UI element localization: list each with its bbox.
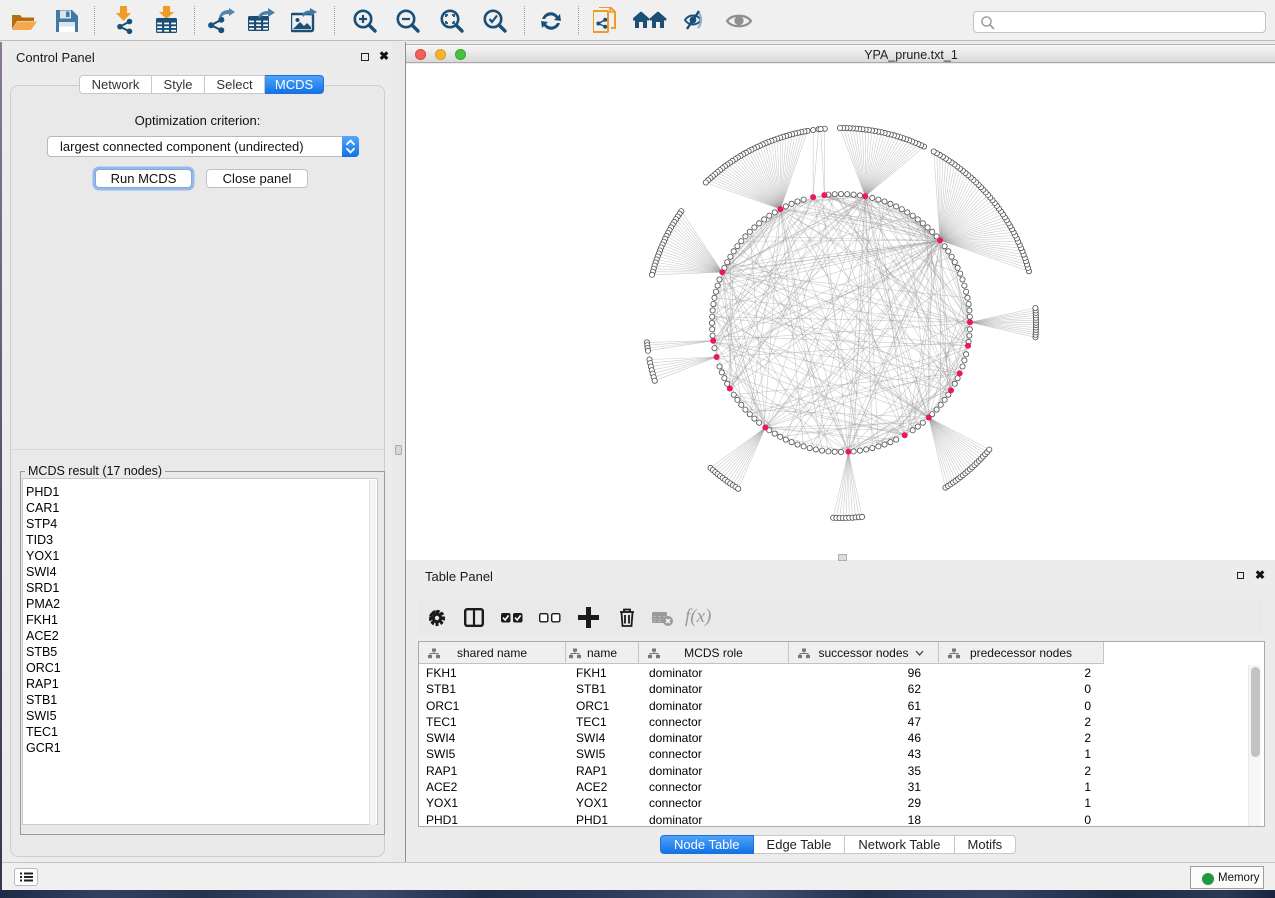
svg-text:f(x): f(x)	[685, 606, 711, 627]
